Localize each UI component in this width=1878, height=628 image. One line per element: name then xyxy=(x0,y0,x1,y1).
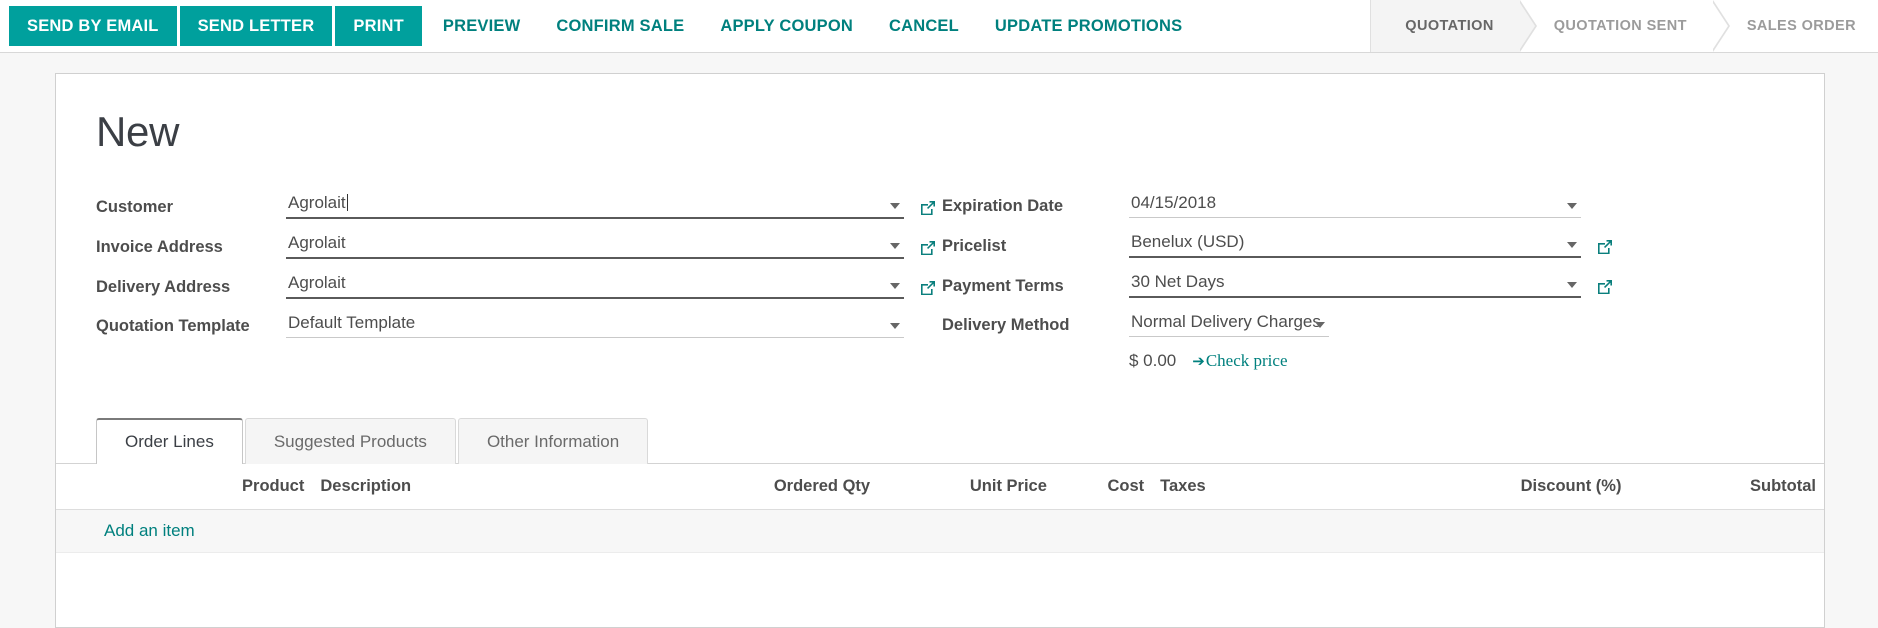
pricelist-input[interactable]: Benelux (USD) xyxy=(1129,231,1581,259)
field-delivery-address: Delivery Address Agrolait xyxy=(96,272,938,300)
add-item-cell: Add an item xyxy=(56,509,1824,554)
confirm-sale-button[interactable]: CONFIRM SALE xyxy=(538,0,702,52)
field-expiration-date: Expiration Date 04/15/2018 xyxy=(942,192,1784,219)
status-stage-quotation-sent[interactable]: QUOTATION SENT xyxy=(1519,0,1730,52)
chevron-right-fill-icon xyxy=(1517,0,1535,52)
status-stage-quotation[interactable]: QUOTATION xyxy=(1371,0,1537,52)
notebook: Order Lines Suggested Products Other Inf… xyxy=(56,417,1824,554)
status-stage-label: QUOTATION SENT xyxy=(1553,18,1687,34)
delivery-address-input[interactable]: Agrolait xyxy=(286,272,904,300)
form-grid: Customer Agrolait Invoice Address Agrola… xyxy=(96,192,1784,377)
chevron-down-icon[interactable] xyxy=(1567,282,1577,289)
chevron-down-icon[interactable] xyxy=(890,243,900,250)
page-title: New xyxy=(96,108,180,155)
quotation-template-input[interactable]: Default Template xyxy=(286,312,904,339)
delivery-address-value: Agrolait xyxy=(288,273,346,293)
table-header-row: Product Description Ordered Qty Unit Pri… xyxy=(56,464,1824,511)
external-link-icon[interactable] xyxy=(1595,237,1615,257)
quotation-template-value: Default Template xyxy=(288,313,416,333)
external-link-icon[interactable] xyxy=(918,198,938,218)
status-bar: QUOTATION QUOTATION SENT SALES ORDER xyxy=(1370,0,1878,52)
update-promotions-button[interactable]: UPDATE PROMOTIONS xyxy=(977,0,1200,52)
field-label: Delivery Method xyxy=(942,315,1070,334)
control-panel: SEND BY EMAIL SEND LETTER PRINT PREVIEW … xyxy=(0,0,1878,53)
tab-order-lines[interactable]: Order Lines xyxy=(96,418,243,465)
tab-other-information[interactable]: Other Information xyxy=(457,418,649,465)
chevron-down-icon[interactable] xyxy=(890,203,900,210)
column-header-taxes[interactable]: Taxes xyxy=(1152,464,1391,511)
apply-coupon-button[interactable]: APPLY COUPON xyxy=(702,0,871,52)
field-payment-terms: Payment Terms 30 Net Days xyxy=(942,271,1784,299)
column-header-description[interactable]: Description xyxy=(312,464,649,511)
tab-list: Order Lines Suggested Products Other Inf… xyxy=(56,417,1824,465)
payment-terms-input[interactable]: 30 Net Days xyxy=(1129,271,1581,299)
field-label: Quotation Template xyxy=(96,316,250,335)
invoice-address-value: Agrolait xyxy=(288,233,346,253)
field-label: Customer xyxy=(96,197,174,216)
external-link-icon[interactable] xyxy=(918,238,938,258)
customer-value: Agrolait xyxy=(288,193,346,213)
chevron-down-icon[interactable] xyxy=(1567,242,1577,249)
check-price-label: Check price xyxy=(1205,351,1288,371)
status-stage-label: SALES ORDER xyxy=(1746,18,1856,34)
delivery-price-row: $ 0.00 ➔ Check price xyxy=(942,351,1784,371)
delivery-price-value: $ 0.00 xyxy=(1129,351,1177,371)
add-an-item-link[interactable]: Add an item xyxy=(104,521,195,540)
column-header-subtotal[interactable]: Subtotal xyxy=(1629,464,1824,511)
send-letter-button[interactable]: SEND LETTER xyxy=(179,6,333,46)
payment-terms-value: 30 Net Days xyxy=(1131,272,1225,292)
cancel-button[interactable]: CANCEL xyxy=(871,0,977,52)
external-link-icon[interactable] xyxy=(1595,277,1615,297)
column-header-cost[interactable]: Cost xyxy=(1054,464,1153,511)
column-header-unit-price[interactable]: Unit Price xyxy=(878,464,1055,511)
expiration-date-input[interactable]: 04/15/2018 xyxy=(1129,192,1581,219)
chevron-down-icon[interactable] xyxy=(1315,322,1325,329)
column-header-product[interactable]: Product xyxy=(56,464,313,511)
field-pricelist: Pricelist Benelux (USD) xyxy=(942,231,1784,259)
action-buttons-group: SEND BY EMAIL SEND LETTER PRINT PREVIEW … xyxy=(0,0,1200,52)
page-background: New Customer Agrolait Invoice Address Ag… xyxy=(0,53,1878,628)
chevron-down-icon[interactable] xyxy=(890,323,900,330)
order-lines-table: Product Description Ordered Qty Unit Pri… xyxy=(56,464,1824,554)
form-column-left: Customer Agrolait Invoice Address Agrola… xyxy=(96,192,938,377)
chevron-down-icon[interactable] xyxy=(890,283,900,290)
delivery-method-input[interactable]: Normal Delivery Charges xyxy=(1129,311,1329,338)
status-stage-label: QUOTATION xyxy=(1405,18,1494,34)
column-header-ordered-qty[interactable]: Ordered Qty xyxy=(648,464,879,511)
arrow-right-icon: ➔ xyxy=(1192,352,1205,371)
field-delivery-method: Delivery Method Normal Delivery Charges xyxy=(942,311,1784,338)
pricelist-value: Benelux (USD) xyxy=(1131,232,1245,252)
print-button[interactable]: PRINT xyxy=(335,6,422,46)
status-stage-sales-order[interactable]: SALES ORDER xyxy=(1712,0,1878,52)
invoice-address-input[interactable]: Agrolait xyxy=(286,232,904,260)
text-caret xyxy=(346,194,348,212)
field-label: Pricelist xyxy=(942,236,1007,255)
field-label: Delivery Address xyxy=(96,277,231,296)
expiration-date-value: 04/15/2018 xyxy=(1131,193,1217,213)
customer-input[interactable]: Agrolait xyxy=(286,192,904,220)
field-customer: Customer Agrolait xyxy=(96,192,938,220)
column-header-discount[interactable]: Discount (%) xyxy=(1390,464,1630,511)
chevron-down-icon[interactable] xyxy=(1567,203,1577,210)
preview-button[interactable]: PREVIEW xyxy=(425,0,539,52)
field-label: Payment Terms xyxy=(942,276,1064,295)
chevron-right-fill-icon xyxy=(1710,0,1728,52)
field-quotation-template: Quotation Template Default Template xyxy=(96,312,938,339)
delivery-method-value: Normal Delivery Charges xyxy=(1131,312,1321,332)
check-price-button[interactable]: ➔ Check price xyxy=(1192,351,1287,371)
form-column-right: Expiration Date 04/15/2018 Pricelist Ben… xyxy=(938,192,1784,377)
send-by-email-button[interactable]: SEND BY EMAIL xyxy=(9,6,177,46)
field-label: Expiration Date xyxy=(942,196,1064,215)
add-item-row: Add an item xyxy=(56,509,1824,554)
external-link-icon[interactable] xyxy=(918,278,938,298)
field-invoice-address: Invoice Address Agrolait xyxy=(96,232,938,260)
field-label: Invoice Address xyxy=(96,237,223,256)
form-sheet: New Customer Agrolait Invoice Address Ag… xyxy=(55,73,1825,628)
tab-suggested-products[interactable]: Suggested Products xyxy=(244,418,456,465)
